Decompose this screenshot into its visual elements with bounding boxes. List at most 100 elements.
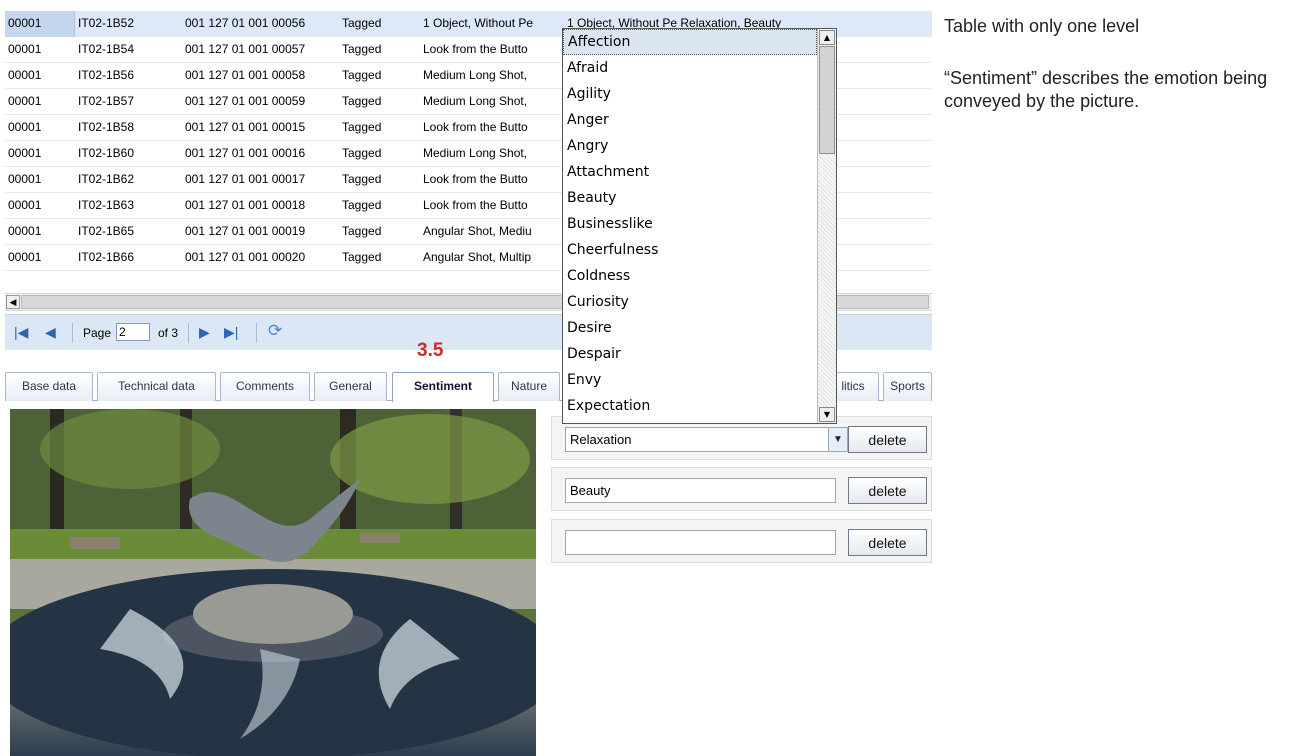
- table-cell-shot: Medium Long Shot,: [423, 146, 528, 160]
- preview-photo: [10, 409, 536, 756]
- table-cell-status: Tagged: [342, 120, 382, 134]
- table-cell-code: IT02-1B60: [78, 146, 135, 160]
- dropdown-scrollbar[interactable]: ▲ ▼: [817, 29, 836, 423]
- table-cell-shot: Look from the Butto: [423, 198, 528, 212]
- table-cell-id: 00001: [8, 42, 42, 56]
- table-cell-number: 001 127 01 001 00057: [185, 42, 306, 56]
- sentiment-select[interactable]: Relaxation ▼: [565, 427, 848, 452]
- dropdown-option[interactable]: Attachment: [563, 159, 817, 185]
- table-cell-status: Tagged: [342, 224, 382, 238]
- sentiment-dropdown-list[interactable]: Affection Afraid Agility Anger Angry Attachme…: [562, 28, 837, 424]
- tab-sentiment[interactable]: Sentiment: [392, 372, 494, 402]
- dropdown-option[interactable]: Curiosity: [563, 289, 817, 315]
- sentiment-select-value: Relaxation: [570, 432, 632, 447]
- table-cell-code: IT02-1B52: [78, 16, 135, 30]
- scroll-up-icon[interactable]: ▲: [819, 30, 835, 45]
- table-cell-shot: 1 Object, Without Pe: [423, 16, 534, 30]
- annotation-note: “Sentiment” describes the emotion being …: [944, 68, 1268, 111]
- table-cell-code: IT02-1B56: [78, 68, 135, 82]
- page-number-input[interactable]: [116, 323, 150, 341]
- pager-separator: [72, 323, 73, 343]
- step-marker: 3.5: [417, 340, 444, 361]
- dropdown-option[interactable]: Beauty: [563, 185, 817, 211]
- table-cell-status: Tagged: [342, 198, 382, 212]
- dropdown-option[interactable]: Businesslike: [563, 211, 817, 237]
- dropdown-option[interactable]: Angry: [563, 133, 817, 159]
- table-cell-number: 001 127 01 001 00018: [185, 198, 306, 212]
- table-cell-status: Tagged: [342, 68, 382, 82]
- table-cell-number: 001 127 01 001 00058: [185, 68, 306, 82]
- dropdown-option[interactable]: Affection: [563, 29, 817, 55]
- tab-general[interactable]: General: [314, 372, 387, 401]
- refresh-icon[interactable]: ⟳: [268, 321, 282, 341]
- app-window: 00001 IT02-1B52 001 127 01 001 00056 Tagged…: [0, 0, 932, 756]
- table-cell-status: Tagged: [342, 250, 382, 264]
- next-page-icon[interactable]: ▶: [199, 324, 210, 340]
- delete-button[interactable]: delete: [848, 529, 927, 556]
- table-cell-code: IT02-1B65: [78, 224, 135, 238]
- dropdown-option[interactable]: Expectation: [563, 393, 817, 419]
- table-cell-shot: Look from the Butto: [423, 120, 528, 134]
- sentiment-panel: Relaxation ▼ delete Beauty delete delete: [551, 416, 932, 563]
- table-cell-status: Tagged: [342, 94, 382, 108]
- table-cell-code: IT02-1B57: [78, 94, 135, 108]
- annotation-note: Table with only one level: [944, 16, 1140, 36]
- dropdown-option[interactable]: Agility: [563, 81, 817, 107]
- table-cell-number: 001 127 01 001 00019: [185, 224, 306, 238]
- tab-technical-data[interactable]: Technical data: [97, 372, 216, 401]
- chevron-down-icon[interactable]: ▼: [828, 428, 847, 451]
- table-cell-status: Tagged: [342, 42, 382, 56]
- table-cell-code: IT02-1B62: [78, 172, 135, 186]
- table-cell-id: 00001: [8, 250, 42, 264]
- table-cell-code: IT02-1B66: [78, 250, 135, 264]
- table-cell-id: 00001: [8, 198, 42, 212]
- last-page-icon[interactable]: ▶|: [224, 324, 238, 340]
- dropdown-option[interactable]: Anger: [563, 107, 817, 133]
- dropdown-option[interactable]: Despair: [563, 341, 817, 367]
- table-cell-id: 00001: [8, 94, 42, 108]
- scroll-left-icon[interactable]: ◀: [6, 295, 20, 309]
- tab-base-data[interactable]: Base data: [5, 372, 93, 401]
- sentiment-text-field[interactable]: [565, 530, 836, 555]
- table-cell-shot: Medium Long Shot,: [423, 68, 528, 82]
- pager-separator: [256, 323, 257, 343]
- dropdown-scrollbar-thumb[interactable]: [819, 46, 835, 154]
- dropdown-option[interactable]: Afraid: [563, 55, 817, 81]
- table-cell-code: IT02-1B58: [78, 120, 135, 134]
- sentiment-row: Beauty delete: [551, 467, 932, 511]
- sentiment-row: delete: [551, 519, 932, 563]
- dropdown-option[interactable]: Cheerfulness: [563, 237, 817, 263]
- table-cell-number: 001 127 01 001 00059: [185, 94, 306, 108]
- table-cell-id: 00001: [8, 224, 42, 238]
- table-cell-shot: Angular Shot, Multip: [423, 250, 532, 264]
- table-cell-number: 001 127 01 001 00015: [185, 120, 306, 134]
- table-cell-id: 00001: [8, 120, 42, 134]
- table-cell-id: 00001: [8, 172, 42, 186]
- delete-button[interactable]: delete: [848, 426, 927, 453]
- page-count-label: of 3: [158, 326, 179, 340]
- fountain-sculpture-image: [10, 409, 536, 756]
- table-cell-code: IT02-1B54: [78, 42, 135, 56]
- previous-page-icon[interactable]: ◀: [45, 324, 56, 340]
- delete-button[interactable]: delete: [848, 477, 927, 504]
- table-cell-status: Tagged: [342, 146, 382, 160]
- table-cell-code: IT02-1B63: [78, 198, 135, 212]
- table-cell-status: Tagged: [342, 16, 382, 30]
- scroll-down-icon[interactable]: ▼: [819, 407, 835, 422]
- dropdown-option[interactable]: Envy: [563, 367, 817, 393]
- table-cell-number: 001 127 01 001 00020: [185, 250, 306, 264]
- table-cell-shot: Look from the Butto: [423, 172, 528, 186]
- dropdown-option[interactable]: Coldness: [563, 263, 817, 289]
- dropdown-option[interactable]: Desire: [563, 315, 817, 341]
- pager-separator: [188, 323, 189, 343]
- table-cell-number: 001 127 01 001 00017: [185, 172, 306, 186]
- first-page-icon[interactable]: |◀: [14, 324, 28, 340]
- table-cell-shot: Angular Shot, Mediu: [423, 224, 532, 238]
- tab-nature[interactable]: Nature: [498, 372, 560, 401]
- tab-sports[interactable]: Sports: [883, 372, 932, 401]
- tab-comments[interactable]: Comments: [220, 372, 310, 401]
- page-label: Page: [83, 326, 112, 340]
- table-cell-shot: Look from the Butto: [423, 42, 528, 56]
- table-cell-number: 001 127 01 001 00056: [185, 16, 306, 30]
- sentiment-text-field[interactable]: Beauty: [565, 478, 836, 503]
